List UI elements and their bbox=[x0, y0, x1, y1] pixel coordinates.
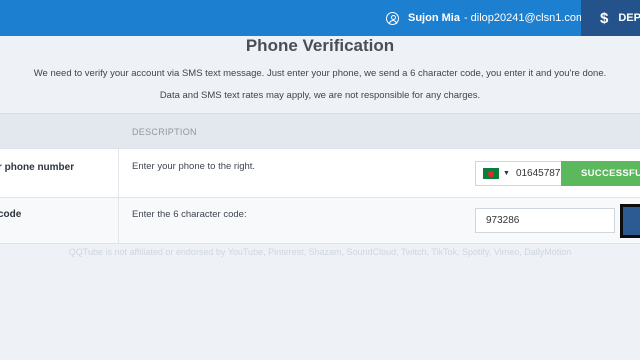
description-column-header: DESCRIPTION bbox=[132, 127, 197, 137]
code-value[interactable]: 973286 bbox=[486, 215, 519, 226]
user-account[interactable]: Sujon Mia - dilop20241@clsn1.com bbox=[386, 0, 585, 36]
deposit-label: DEPO bbox=[618, 12, 640, 24]
table-row-code: code Enter the 6 character code: 973286 bbox=[0, 197, 640, 244]
user-name: Sujon Mia bbox=[408, 12, 460, 24]
deposit-button[interactable]: $ DEPO bbox=[581, 0, 640, 36]
table-header: DESCRIPTION bbox=[0, 113, 640, 148]
step-description-phone: Enter your phone to the right. bbox=[132, 161, 256, 172]
successful-label: SUCCESSFUL bbox=[581, 168, 640, 179]
chevron-down-icon[interactable]: ▼ bbox=[503, 170, 510, 177]
step-label-phone: r phone number bbox=[0, 162, 75, 173]
rates-notice: Data and SMS text rates may apply, we ar… bbox=[159, 90, 481, 101]
footer-disclaimer: QQTube is not affiliated or endorsed by … bbox=[68, 247, 572, 257]
verify-code-button[interactable] bbox=[620, 204, 640, 238]
top-bar: Sujon Mia - dilop20241@clsn1.com $ DEPO bbox=[0, 0, 640, 36]
intro-text: We need to verify your account via SMS t… bbox=[33, 68, 607, 79]
verify-button-fill[interactable] bbox=[623, 207, 640, 235]
phone-number-value[interactable]: 01645787 bbox=[516, 168, 561, 179]
phone-input[interactable]: ▼ 01645787 bbox=[475, 161, 562, 186]
page-title: Phone Verification bbox=[245, 36, 395, 55]
successful-button[interactable]: SUCCESSFUL bbox=[561, 161, 640, 186]
verification-table: DESCRIPTION r phone number Enter your ph… bbox=[0, 113, 640, 244]
bangladesh-flag-icon[interactable] bbox=[483, 168, 499, 179]
dollar-icon: $ bbox=[600, 9, 609, 27]
user-icon bbox=[386, 11, 399, 25]
code-input[interactable]: 973286 bbox=[475, 208, 615, 233]
user-email: - dilop20241@clsn1.com bbox=[463, 12, 586, 24]
step-label-code: code bbox=[0, 209, 22, 220]
table-row-phone: r phone number Enter your phone to the r… bbox=[0, 148, 640, 197]
column-divider bbox=[118, 149, 119, 197]
column-divider bbox=[118, 198, 119, 243]
step-description-code: Enter the 6 character code: bbox=[132, 209, 247, 220]
